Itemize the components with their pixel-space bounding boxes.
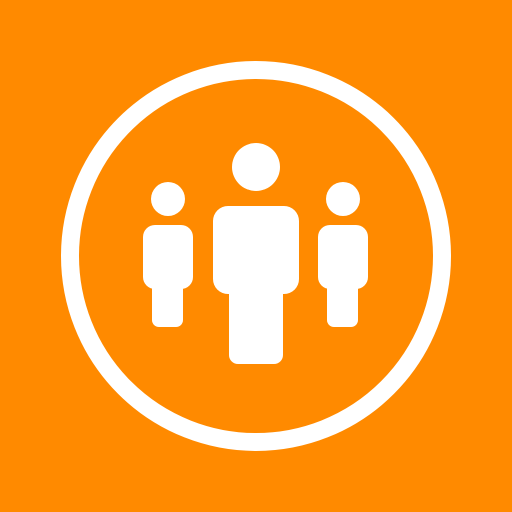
person-center-legs [229, 258, 283, 364]
person-right-head [326, 182, 360, 216]
group-people-icon [0, 0, 512, 512]
person-left-head [151, 182, 185, 216]
person-right-legs [327, 271, 358, 327]
app-icon [0, 0, 512, 512]
person-left-legs [152, 271, 183, 327]
person-center-head [232, 143, 280, 191]
